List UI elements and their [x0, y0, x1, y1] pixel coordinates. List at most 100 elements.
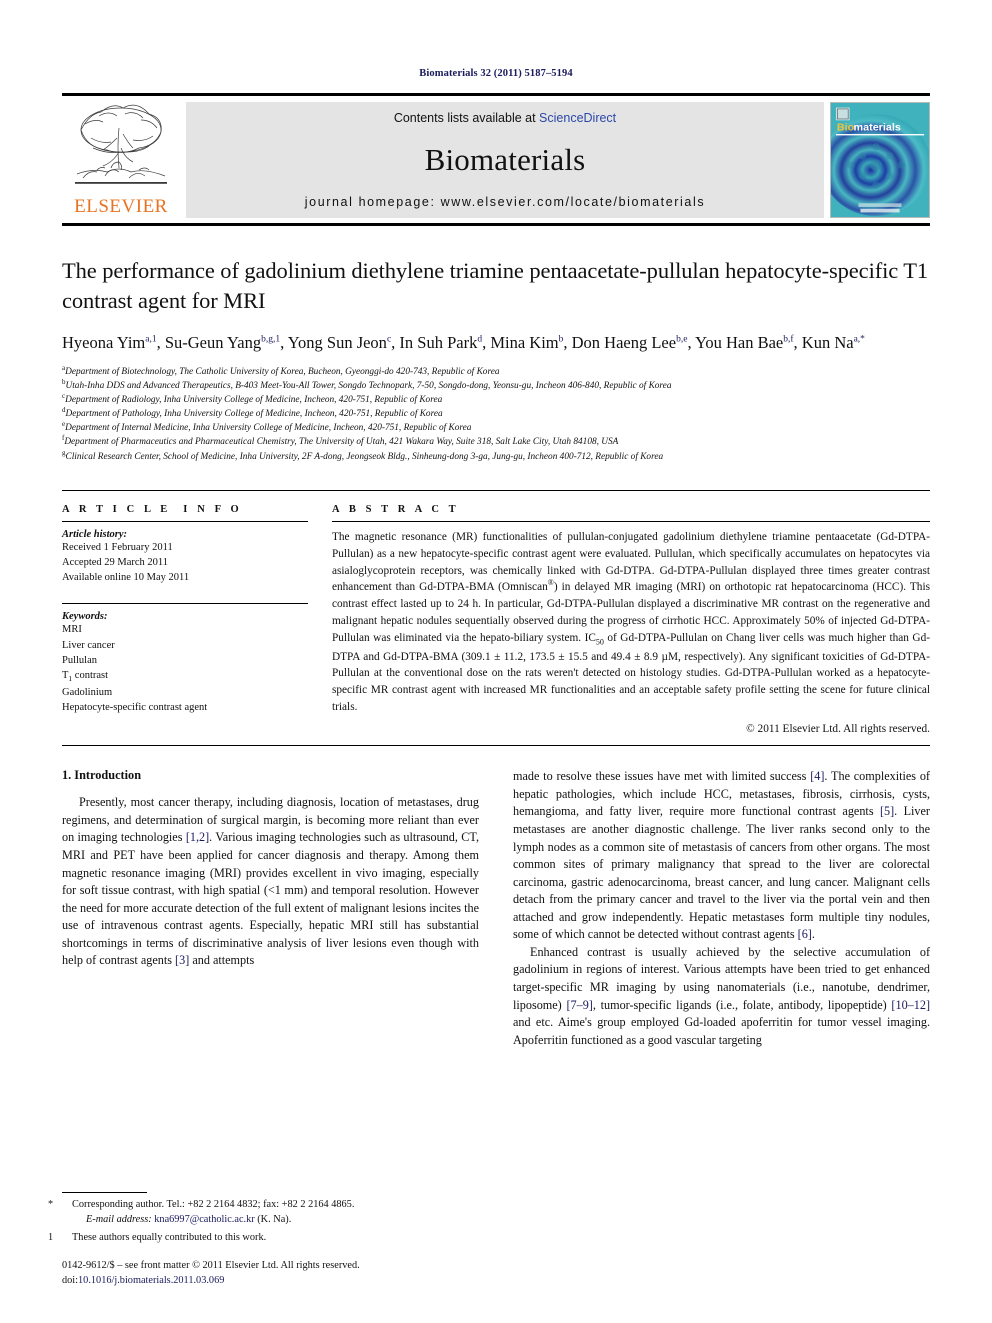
- author-affiliation-mark: d: [477, 334, 483, 345]
- affiliation-text: Department of Radiology, Inha University…: [65, 395, 443, 406]
- citation-ref[interactable]: [1,2]: [186, 830, 209, 844]
- affiliation-item: bUtah-Inha DDS and Advanced Therapeutics…: [62, 378, 930, 393]
- keyword-item: MRI: [62, 624, 82, 636]
- svg-text:Bio: Bio: [837, 123, 854, 134]
- elsevier-wordmark: ELSEVIER: [74, 196, 168, 217]
- journal-title: Biomaterials: [424, 142, 586, 177]
- contents-available-line: Contents lists available at ScienceDirec…: [394, 111, 616, 125]
- author-affiliation-mark: b,g,1: [261, 334, 281, 345]
- citation-ref[interactable]: [3]: [175, 953, 189, 967]
- masthead-center: Contents lists available at ScienceDirec…: [186, 102, 824, 218]
- citation-ref[interactable]: [6]: [798, 927, 812, 941]
- affiliation-text: Department of Biotechnology, The Catholi…: [65, 366, 500, 377]
- divider: [62, 603, 308, 605]
- affiliation-item: aDepartment of Biotechnology, The Cathol…: [62, 364, 930, 379]
- history-accepted: Accepted 29 March 2011: [62, 556, 169, 568]
- text-run: . Various imaging technologies such as u…: [62, 830, 479, 968]
- author-name[interactable]: You Han Bae: [695, 333, 783, 352]
- doi-link[interactable]: 10.1016/j.biomaterials.2011.03.069: [78, 1275, 224, 1286]
- author-name[interactable]: Don Haeng Lee: [572, 333, 676, 352]
- intro-paragraph-left: Presently, most cancer therapy, includin…: [62, 794, 479, 970]
- citation-ref[interactable]: [7–9]: [566, 998, 592, 1012]
- abstract-copyright: © 2011 Elsevier Ltd. All rights reserved…: [746, 723, 930, 736]
- keyword-item-t1-contrast: T1 contrast: [62, 668, 308, 685]
- affiliation-item: cDepartment of Radiology, Inha Universit…: [62, 392, 930, 407]
- sciencedirect-link[interactable]: ScienceDirect: [539, 111, 616, 125]
- journal-masthead: ELSEVIER Contents lists available at Sci…: [62, 93, 930, 226]
- author-affiliation-mark: c: [386, 334, 392, 345]
- journal-homepage-link[interactable]: journal homepage: www.elsevier.com/locat…: [305, 195, 705, 209]
- text-run: and attempts: [189, 953, 255, 968]
- keyword-item: Hepatocyte-specific contrast agent: [62, 702, 208, 714]
- footnote-email-line: E-mail address: kna6997@catholic.ac.kr (…: [62, 1213, 456, 1228]
- issn-copyright-block: 0142-9612/$ – see front matter © 2011 El…: [62, 1259, 456, 1289]
- keyword-item: Liver cancer: [62, 639, 115, 651]
- abstract-bottom-divider: [62, 745, 930, 747]
- affiliation-text: Utah-Inha DDS and Advanced Therapeutics,…: [65, 380, 672, 391]
- issn-line: 0142-9612/$ – see front matter © 2011 El…: [62, 1260, 360, 1272]
- footnote-equal-contribution: 1 These authors equally contributed to th…: [48, 1231, 456, 1246]
- author-name[interactable]: Su-Geun Yang: [165, 333, 261, 352]
- text-run: and etc. Aime's group employed Gd-loaded…: [513, 1015, 930, 1047]
- text-run: , tumor-specific ligands (i.e., folate, …: [592, 997, 892, 1012]
- intro-paragraph-right-2: Enhanced contrast is usually achieved by…: [513, 944, 930, 1049]
- affiliation-item: gClinical Research Center, School of Med…: [62, 449, 930, 464]
- body-column-right: made to resolve these issues have met wi…: [513, 768, 930, 1049]
- author-affiliation-mark: b,e: [676, 334, 688, 345]
- affiliation-item: fDepartment of Pharmaceutics and Pharmac…: [62, 435, 930, 449]
- footnote-divider: [62, 1192, 147, 1194]
- t1-rest: contrast: [72, 669, 109, 681]
- author-name[interactable]: Kun Na: [802, 333, 854, 352]
- paper-page: Biomaterials 32 (2011) 5187–5194 ELSEVIE…: [0, 0, 992, 1323]
- abstract-part-3: of Gd-DTPA-Pullulan on Chang liver cells…: [332, 632, 930, 714]
- page-title: The performance of gadolinium diethylene…: [62, 258, 929, 313]
- email-suffix: (K. Na).: [257, 1213, 292, 1225]
- citation-ref[interactable]: [4]: [810, 769, 824, 783]
- email-address-link[interactable]: kna6997@catholic.ac.kr: [154, 1214, 254, 1225]
- citation-ref[interactable]: [10–12]: [891, 998, 930, 1012]
- footnote-text: These authors equally contributed to thi…: [72, 1231, 267, 1243]
- divider: [332, 520, 930, 522]
- footnote-corresponding-author: * Corresponding author. Tel.: +82 2 2164 …: [48, 1198, 456, 1213]
- article-history-label: Article history:: [62, 528, 128, 540]
- elsevier-logo: ELSEVIER: [62, 102, 180, 218]
- elsevier-tree-icon: [75, 104, 167, 184]
- body-column-left: 1. Introduction Presently, most cancer t…: [62, 768, 479, 1049]
- author-name[interactable]: Mina Kim: [490, 333, 558, 352]
- author-affiliation-mark: b: [558, 334, 564, 345]
- footnote-text: Corresponding author. Tel.: +82 2 2164 4…: [72, 1199, 355, 1211]
- footnote-mark: 1: [48, 1231, 54, 1243]
- author-name[interactable]: Hyeona Yim: [62, 333, 145, 352]
- section-heading-introduction: 1. Introduction: [62, 768, 142, 783]
- keyword-item: Pullulan: [62, 654, 98, 666]
- text-run: .: [811, 927, 815, 942]
- ic50-subscript: 50: [595, 637, 604, 647]
- doi-label: doi:: [62, 1275, 79, 1287]
- keywords-label: Keywords:: [62, 611, 108, 623]
- author-list: Hyeona Yima,1, Su-Geun Yangb,g,1, Yong S…: [62, 333, 865, 353]
- article-info-column: A R T I C L E I N F O Article history: R…: [62, 504, 308, 736]
- author-name[interactable]: Yong Sun Jeon: [288, 333, 387, 352]
- cover-artwork: Bio materials: [831, 103, 929, 217]
- abstract-text: The magnetic resonance (MR) functionalit…: [332, 529, 930, 717]
- affiliation-item: dDepartment of Pathology, Inha Universit…: [62, 407, 930, 421]
- info-abstract-section: A R T I C L E I N F O Article history: R…: [62, 489, 930, 736]
- history-received: Received 1 February 2011: [62, 541, 173, 553]
- running-head: Biomaterials 32 (2011) 5187–5194: [419, 68, 573, 79]
- affiliation-text: Department of Pharmaceutics and Pharmace…: [64, 437, 619, 448]
- journal-cover-thumbnail: Bio materials: [830, 102, 930, 218]
- affiliation-list: aDepartment of Biotechnology, The Cathol…: [62, 364, 930, 464]
- email-label: E-mail address:: [86, 1213, 152, 1225]
- title-block: The performance of gadolinium diethylene…: [62, 256, 930, 464]
- doi-line: doi:10.1016/j.biomaterials.2011.03.069: [62, 1274, 456, 1289]
- citation-ref[interactable]: [5]: [880, 804, 894, 818]
- history-available-online: Available online 10 May 2011: [62, 572, 190, 584]
- author-name[interactable]: In Suh Park: [399, 333, 477, 352]
- affiliation-text: Department of Internal Medicine, Inha Un…: [65, 423, 472, 434]
- affiliation-text: Clinical Research Center, School of Medi…: [65, 451, 664, 462]
- author-affiliation-mark: a,1: [145, 334, 157, 345]
- keyword-item: Gadolinium: [62, 686, 113, 698]
- article-info-heading: A R T I C L E I N F O: [62, 503, 243, 515]
- divider: [62, 520, 308, 522]
